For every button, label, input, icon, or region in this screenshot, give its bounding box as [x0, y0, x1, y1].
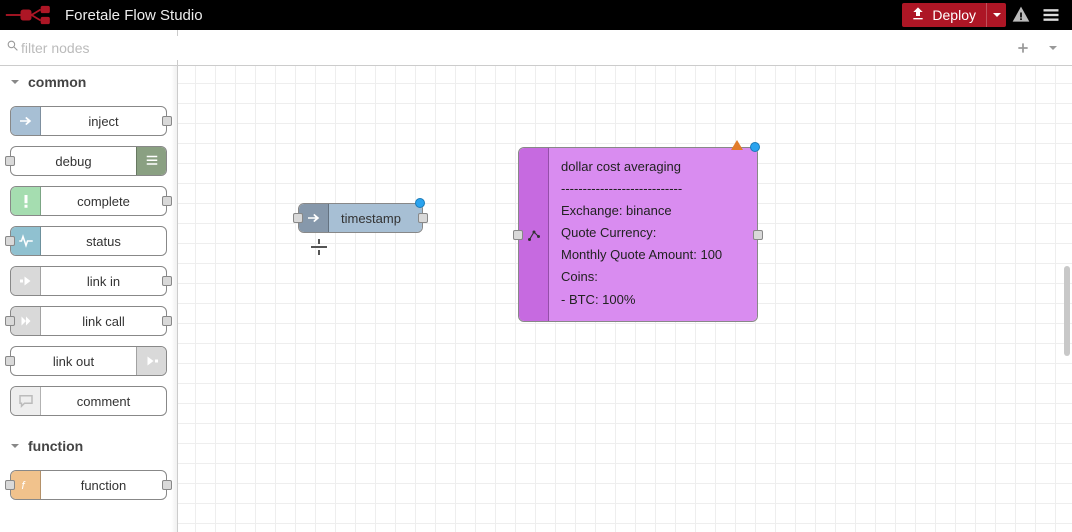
deploy-icon	[910, 6, 926, 25]
port-out[interactable]	[753, 230, 763, 240]
palette-node-label: comment	[41, 394, 166, 409]
palette-node-link-call[interactable]: link call	[10, 306, 167, 336]
main-menu-icon[interactable]	[1036, 5, 1066, 25]
palette-node-label: link call	[41, 314, 166, 329]
crosshair-cursor	[311, 239, 327, 255]
chevron-down-icon	[10, 438, 20, 454]
main: common inject debug comple	[0, 66, 1072, 532]
add-flow-button[interactable]	[1010, 35, 1036, 61]
node-label: timestamp	[341, 211, 401, 226]
palette-node-comment[interactable]: comment	[10, 386, 167, 416]
bars-icon	[136, 147, 166, 175]
arrow-in-icon	[299, 204, 329, 232]
port-in[interactable]	[513, 230, 523, 240]
link-call-icon	[11, 307, 41, 335]
port-out[interactable]	[418, 213, 428, 223]
deploy-button[interactable]: Deploy	[902, 3, 1006, 27]
port-out[interactable]	[162, 196, 172, 206]
palette-filter-wrap	[0, 30, 178, 65]
port-in[interactable]	[5, 156, 15, 166]
palette-node-label: function	[41, 478, 166, 493]
node-body: dollar cost averaging ------------------…	[549, 148, 757, 321]
port-out[interactable]	[162, 116, 172, 126]
app-logo	[4, 4, 59, 26]
node-dca[interactable]: dollar cost averaging ------------------…	[518, 147, 758, 322]
bang-icon	[11, 187, 41, 215]
flow-tabs-menu[interactable]	[1040, 35, 1066, 61]
link-in-icon	[11, 267, 41, 295]
strategy-icon	[519, 148, 549, 321]
link-out-icon	[136, 347, 166, 375]
palette-filter-input[interactable]	[19, 36, 204, 60]
svg-text:f: f	[21, 480, 26, 492]
port-in[interactable]	[5, 236, 15, 246]
port-in[interactable]	[5, 356, 15, 366]
toolbar	[0, 30, 1072, 66]
category-header-common[interactable]: common	[0, 66, 177, 98]
palette-node-link-in[interactable]: link in	[10, 266, 167, 296]
arrow-in-icon	[11, 107, 41, 135]
node-changed-dot	[750, 142, 760, 152]
port-in[interactable]	[5, 316, 15, 326]
deploy-menu-caret[interactable]	[986, 3, 1006, 27]
palette-node-status[interactable]: status	[10, 226, 167, 256]
palette-node-function[interactable]: f function	[10, 470, 167, 500]
category-header-function[interactable]: function	[0, 430, 177, 462]
vertical-scrollbar[interactable]	[1064, 266, 1070, 356]
app-title: Foretale Flow Studio	[65, 7, 203, 24]
search-icon	[6, 39, 19, 57]
palette-node-inject[interactable]: inject	[10, 106, 167, 136]
fx-icon: f	[11, 471, 41, 499]
palette-node-label: status	[41, 234, 166, 249]
port-in[interactable]	[293, 213, 303, 223]
palette-node-debug[interactable]: debug	[10, 146, 167, 176]
alerts-icon[interactable]	[1006, 5, 1036, 25]
palette-node-label: complete	[41, 194, 166, 209]
palette-node-complete[interactable]: complete	[10, 186, 167, 216]
category-label: common	[28, 74, 86, 90]
port-out[interactable]	[162, 276, 172, 286]
port-out[interactable]	[162, 316, 172, 326]
canvas-wrap: timestamp dollar cost averaging --------…	[178, 66, 1072, 532]
palette-node-label: debug	[11, 154, 136, 169]
palette-node-label: link in	[41, 274, 166, 289]
node-text: dollar cost averaging ------------------…	[561, 156, 722, 311]
port-out[interactable]	[162, 480, 172, 490]
node-timestamp[interactable]: timestamp	[298, 203, 423, 233]
pulse-icon	[11, 227, 41, 255]
node-warning-icon	[731, 140, 743, 150]
port-in[interactable]	[5, 480, 15, 490]
app-header: Foretale Flow Studio Deploy	[0, 0, 1072, 30]
palette-node-label: inject	[41, 114, 166, 129]
palette[interactable]: common inject debug comple	[0, 66, 178, 532]
speech-icon	[11, 387, 41, 415]
chevron-down-icon	[10, 74, 20, 90]
flow-canvas[interactable]: timestamp dollar cost averaging --------…	[178, 66, 1072, 532]
palette-node-label: link out	[11, 354, 136, 369]
palette-node-link-out[interactable]: link out	[10, 346, 167, 376]
category-label: function	[28, 438, 83, 454]
node-changed-dot	[415, 198, 425, 208]
deploy-label: Deploy	[932, 7, 976, 23]
